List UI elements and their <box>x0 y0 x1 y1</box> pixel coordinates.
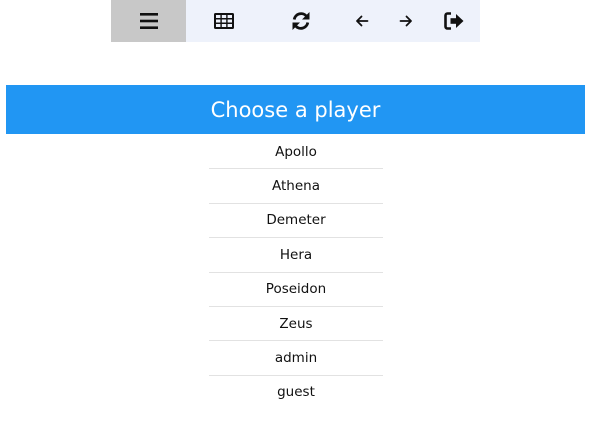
menu-button[interactable] <box>111 0 186 42</box>
player-item-zeus[interactable]: Zeus <box>209 307 383 342</box>
refresh-icon <box>292 12 310 30</box>
player-item-poseidon[interactable]: Poseidon <box>209 273 383 307</box>
player-item-guest[interactable]: guest <box>209 376 383 409</box>
toolbar <box>111 0 480 42</box>
player-list: Apollo Athena Demeter Hera Poseidon Zeus… <box>209 135 383 409</box>
forward-button[interactable] <box>383 0 428 42</box>
page-title: Choose a player <box>210 97 381 122</box>
player-item-apollo[interactable]: Apollo <box>209 135 383 170</box>
arrow-left-icon <box>355 15 368 27</box>
grid-icon <box>214 13 234 29</box>
back-button[interactable] <box>340 0 383 42</box>
player-item-athena[interactable]: Athena <box>209 169 383 204</box>
page-header: Choose a player <box>6 85 585 134</box>
arrow-right-icon <box>399 15 412 27</box>
sign-out-button[interactable] <box>428 0 480 42</box>
refresh-button[interactable] <box>262 0 340 42</box>
player-item-demeter[interactable]: Demeter <box>209 204 383 239</box>
player-item-admin[interactable]: admin <box>209 341 383 376</box>
sign-out-icon <box>444 12 464 30</box>
player-item-hera[interactable]: Hera <box>209 238 383 273</box>
menu-icon <box>139 13 158 29</box>
grid-view-button[interactable] <box>186 0 262 42</box>
